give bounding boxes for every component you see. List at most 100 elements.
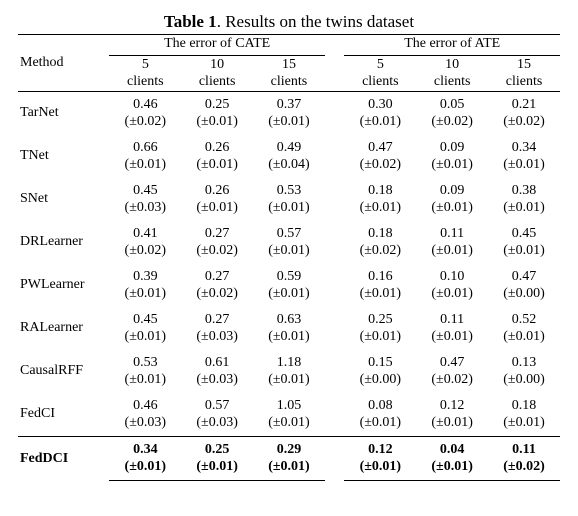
table-row: TNet0.660.260.490.470.090.34 <box>18 135 560 157</box>
error-cell: (±0.01) <box>344 458 416 480</box>
error-cell: (±0.01) <box>488 199 560 221</box>
results-table: Method The error of CATE The error of AT… <box>18 34 560 481</box>
value-cell: 0.34 <box>109 436 181 458</box>
value-cell: 0.12 <box>416 393 488 415</box>
col-header: clients <box>181 73 253 91</box>
error-cell: (±0.01) <box>416 156 488 178</box>
error-cell: (±0.01) <box>488 328 560 350</box>
table-label: Table 1 <box>164 12 217 31</box>
table-title: Results on the twins dataset <box>225 12 414 31</box>
value-cell: 0.53 <box>253 178 325 200</box>
error-cell: (±0.01) <box>488 156 560 178</box>
value-cell: 0.11 <box>488 436 560 458</box>
error-cell: (±0.01) <box>253 199 325 221</box>
error-cell: (±0.01) <box>488 414 560 436</box>
error-cell: (±0.01) <box>344 113 416 135</box>
error-cell: (±0.04) <box>253 156 325 178</box>
method-name: PWLearner <box>18 264 109 307</box>
col-header: clients <box>416 73 488 91</box>
error-cell: (±0.01) <box>109 285 181 307</box>
table-row: RALearner0.450.270.630.250.110.52 <box>18 307 560 329</box>
col-header-method: Method <box>18 35 109 92</box>
error-cell: (±0.01) <box>416 458 488 480</box>
error-cell: (±0.02) <box>181 242 253 264</box>
col-group-ate: The error of ATE <box>344 35 560 56</box>
value-cell: 0.26 <box>181 135 253 157</box>
value-cell: 0.39 <box>109 264 181 286</box>
value-cell: 0.45 <box>109 307 181 329</box>
col-header: 10 <box>181 55 253 73</box>
value-cell: 0.12 <box>344 436 416 458</box>
value-cell: 0.49 <box>253 135 325 157</box>
col-header: 5 <box>344 55 416 73</box>
value-cell: 0.52 <box>488 307 560 329</box>
error-cell: (±0.00) <box>344 371 416 393</box>
error-cell: (±0.02) <box>488 458 560 480</box>
value-cell: 0.09 <box>416 178 488 200</box>
error-cell: (±0.02) <box>109 242 181 264</box>
error-cell: (±0.03) <box>109 414 181 436</box>
error-cell: (±0.02) <box>344 156 416 178</box>
error-cell: (±0.01) <box>488 242 560 264</box>
error-cell: (±0.01) <box>344 328 416 350</box>
value-cell: 0.25 <box>181 91 253 113</box>
error-cell: (±0.02) <box>488 113 560 135</box>
error-cell: (±0.02) <box>181 285 253 307</box>
error-cell: (±0.02) <box>109 113 181 135</box>
method-name: FedCI <box>18 393 109 437</box>
error-cell: (±0.01) <box>253 285 325 307</box>
error-cell: (±0.01) <box>416 242 488 264</box>
value-cell: 0.05 <box>416 91 488 113</box>
value-cell: 0.09 <box>416 135 488 157</box>
table-caption: Table 1. Results on the twins dataset <box>18 12 560 32</box>
value-cell: 0.45 <box>109 178 181 200</box>
error-cell: (±0.01) <box>109 328 181 350</box>
error-cell: (±0.02) <box>416 371 488 393</box>
error-cell: (±0.01) <box>416 199 488 221</box>
value-cell: 0.27 <box>181 307 253 329</box>
method-name: TNet <box>18 135 109 178</box>
value-cell: 0.53 <box>109 350 181 372</box>
value-cell: 0.13 <box>488 350 560 372</box>
value-cell: 0.46 <box>109 393 181 415</box>
col-header: clients <box>109 73 181 91</box>
method-name: DRLearner <box>18 221 109 264</box>
error-cell: (±0.01) <box>253 328 325 350</box>
value-cell: 0.25 <box>181 436 253 458</box>
error-cell: (±0.00) <box>488 285 560 307</box>
table-row: DRLearner0.410.270.570.180.110.45 <box>18 221 560 243</box>
value-cell: 0.47 <box>488 264 560 286</box>
col-header: clients <box>344 73 416 91</box>
error-cell: (±0.01) <box>344 285 416 307</box>
value-cell: 0.08 <box>344 393 416 415</box>
value-cell: 0.18 <box>488 393 560 415</box>
value-cell: 0.18 <box>344 221 416 243</box>
value-cell: 0.46 <box>109 91 181 113</box>
value-cell: 0.04 <box>416 436 488 458</box>
error-cell: (±0.03) <box>181 371 253 393</box>
error-cell: (±0.01) <box>416 414 488 436</box>
col-header: clients <box>253 73 325 91</box>
value-cell: 0.66 <box>109 135 181 157</box>
error-cell: (±0.01) <box>253 414 325 436</box>
value-cell: 0.25 <box>344 307 416 329</box>
col-header: 10 <box>416 55 488 73</box>
value-cell: 0.63 <box>253 307 325 329</box>
col-header: 15 <box>253 55 325 73</box>
value-cell: 0.41 <box>109 221 181 243</box>
value-cell: 0.18 <box>344 178 416 200</box>
method-name: RALearner <box>18 307 109 350</box>
error-cell: (±0.01) <box>181 113 253 135</box>
value-cell: 0.10 <box>416 264 488 286</box>
value-cell: 0.27 <box>181 264 253 286</box>
value-cell: 0.37 <box>253 91 325 113</box>
table-row: FedCI0.460.571.050.080.120.18 <box>18 393 560 415</box>
value-cell: 0.11 <box>416 307 488 329</box>
error-cell: (±0.02) <box>416 113 488 135</box>
table-row: CausalRFF0.530.611.180.150.470.13 <box>18 350 560 372</box>
value-cell: 0.15 <box>344 350 416 372</box>
value-cell: 0.34 <box>488 135 560 157</box>
method-name: FedDCI <box>18 436 109 480</box>
value-cell: 0.11 <box>416 221 488 243</box>
error-cell: (±0.01) <box>416 328 488 350</box>
